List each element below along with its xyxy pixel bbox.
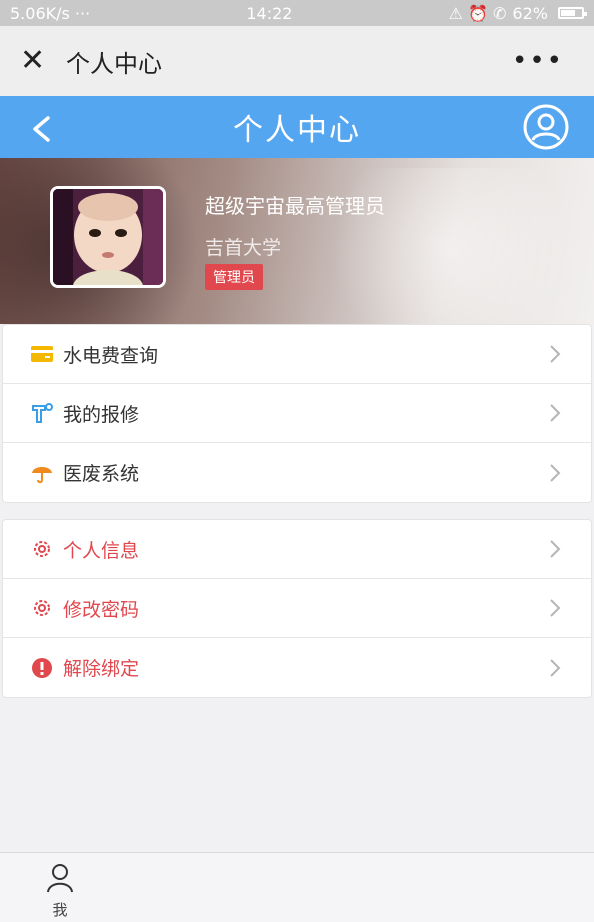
- profile-name: 超级宇宙最高管理员: [205, 194, 385, 218]
- chevron-left-icon[interactable]: [30, 116, 52, 142]
- tab-me[interactable]: 我: [40, 863, 80, 920]
- tab-label: 我: [52, 901, 68, 919]
- battery-icon: [557, 7, 587, 19]
- profile-info: 超级宇宙最高管理员 吉首大学 管理员: [205, 190, 385, 290]
- status-icons: ⚠ ⏰ ✆: [448, 3, 507, 23]
- page-title: 个人中心: [233, 113, 361, 148]
- close-icon[interactable]: ✕: [20, 46, 52, 76]
- umbrella-icon: [31, 462, 53, 484]
- signal-indicator: 5.06K/s ···: [10, 3, 91, 23]
- menu-group-services: 水电费查询 我的报修 医废系统: [2, 324, 592, 503]
- status-bar: 5.06K/s ··· 14:22 ⚠ ⏰ ✆ 62%: [0, 0, 594, 26]
- person-icon: [46, 864, 74, 897]
- gear-icon: [31, 597, 53, 619]
- profile-school: 吉首大学: [205, 237, 282, 259]
- battery-level: 62%: [512, 3, 548, 23]
- chevron-right-icon: [549, 658, 561, 678]
- menu-label: 修改密码: [63, 598, 140, 621]
- menu-item-utility-query[interactable]: 水电费查询: [3, 325, 591, 384]
- menu-label: 医废系统: [63, 463, 140, 485]
- chevron-right-icon: [549, 463, 561, 483]
- browser-title: 个人中心: [66, 49, 162, 78]
- alert-icon: [31, 657, 53, 679]
- chevron-right-icon: [549, 344, 561, 364]
- menu-item-change-password[interactable]: 修改密码: [3, 579, 591, 638]
- menu-group-account: 个人信息 修改密码 解除绑定: [2, 519, 592, 698]
- user-circle-icon[interactable]: [522, 103, 570, 151]
- browser-titlebar: ✕ 个人中心 •••: [0, 26, 594, 96]
- tab-bar: 我: [0, 852, 594, 922]
- menu-item-medical-waste[interactable]: 医废系统: [3, 443, 591, 502]
- menu-item-my-repairs[interactable]: 我的报修: [3, 384, 591, 443]
- page: 5.06K/s ··· 14:22 ⚠ ⏰ ✆ 62% ✕ 个人中心 ••• 个…: [0, 0, 594, 922]
- menu-item-unbind[interactable]: 解除绑定: [3, 638, 591, 697]
- gear-icon: [31, 538, 53, 560]
- menu-label: 解除绑定: [63, 658, 140, 680]
- menu-label: 个人信息: [63, 539, 140, 562]
- status-time: 14:22: [246, 3, 293, 23]
- menu-label: 我的报修: [63, 403, 140, 426]
- chevron-right-icon: [549, 403, 561, 423]
- chevron-right-icon: [549, 598, 561, 618]
- profile-banner: 超级宇宙最高管理员 吉首大学 管理员: [0, 158, 594, 324]
- menu-item-personal-info[interactable]: 个人信息: [3, 520, 591, 579]
- role-badge: 管理员: [205, 264, 263, 290]
- app-header: 个人中心: [0, 96, 594, 158]
- repair-icon: [31, 402, 53, 424]
- chevron-right-icon: [549, 539, 561, 559]
- card-icon: [31, 343, 53, 365]
- more-icon[interactable]: •••: [512, 46, 564, 76]
- menu-label: 水电费查询: [63, 344, 159, 367]
- avatar[interactable]: [50, 186, 166, 288]
